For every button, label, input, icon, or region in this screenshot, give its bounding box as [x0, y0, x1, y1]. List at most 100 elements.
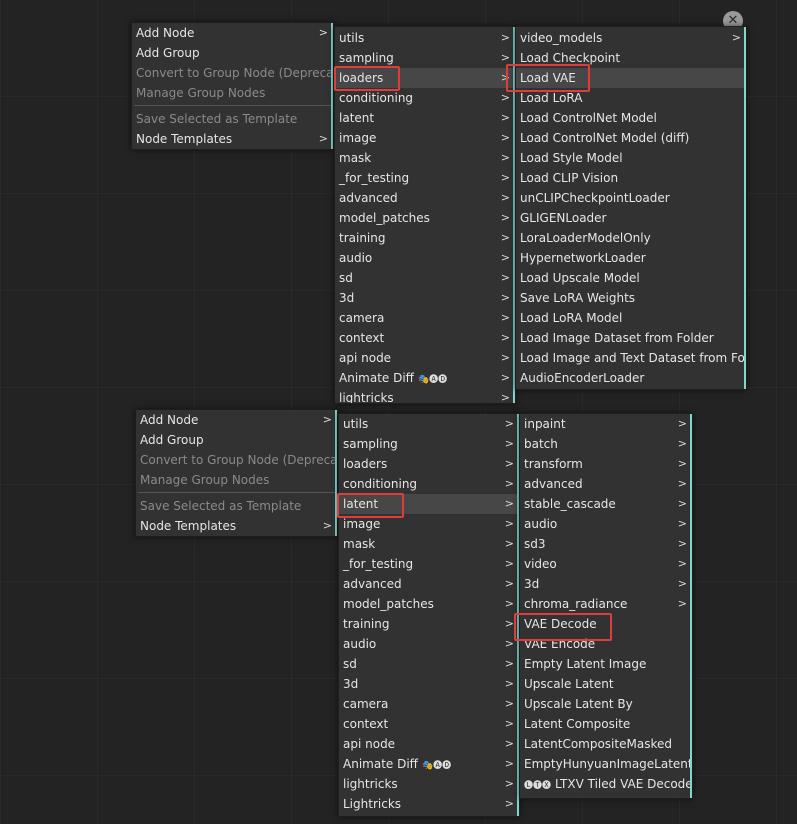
menu-item-add-node[interactable]: Add Node > — [136, 410, 337, 430]
menu-item-load-image-dataset-from-folder[interactable]: Load Image Dataset from Folder — [516, 328, 746, 348]
menu-item-audioencoderloader[interactable]: AudioEncoderLoader — [516, 368, 746, 388]
menu-item-for-testing[interactable]: _for_testing > — [339, 554, 519, 574]
menu-item-node-templates[interactable]: Node Templates > — [132, 129, 333, 149]
menu-item-latent[interactable]: latent > — [339, 494, 519, 514]
menu-item-add-group[interactable]: Add Group — [136, 430, 337, 450]
menu-item-loaders[interactable]: loaders > — [339, 454, 519, 474]
menu-item-animate-diff[interactable]: Animate Diff 🎭🅐🅓 > — [339, 754, 519, 774]
menu-item-vae-decode[interactable]: VAE Decode — [520, 614, 692, 634]
menu-item-sd[interactable]: sd > — [335, 268, 515, 288]
menu-item-label: Node Templates — [140, 519, 237, 533]
menu-item-load-lora[interactable]: Load LoRA — [516, 88, 746, 108]
menu-item-hypernetworkloader[interactable]: HypernetworkLoader — [516, 248, 746, 268]
menu-item-advanced[interactable]: advanced > — [335, 188, 515, 208]
menu-item-latent[interactable]: latent > — [335, 108, 515, 128]
menu-item-transform[interactable]: transform > — [520, 454, 692, 474]
menu-item-audio[interactable]: audio > — [520, 514, 692, 534]
menu-item-add-group[interactable]: Add Group — [132, 43, 333, 63]
menu-item-load-vae[interactable]: Load VAE — [516, 68, 746, 88]
menu-item-sd3[interactable]: sd3 > — [520, 534, 692, 554]
menu-item-unclipcheckpointloader[interactable]: unCLIPCheckpointLoader — [516, 188, 746, 208]
submenu-arrow-icon: > — [500, 391, 510, 404]
menu-item-load-style-model[interactable]: Load Style Model — [516, 148, 746, 168]
menu-item-label: conditioning — [343, 477, 418, 491]
menu-item-label: lightricks — [339, 391, 394, 404]
menu-item-stable-cascade[interactable]: stable_cascade > — [520, 494, 692, 514]
menu-item-for-testing[interactable]: _for_testing > — [335, 168, 515, 188]
submenu-arrow-icon: > — [677, 497, 687, 510]
menu-item-training[interactable]: training > — [335, 228, 515, 248]
menu-item-sampling[interactable]: sampling > — [339, 434, 519, 454]
menu-item-image[interactable]: image > — [339, 514, 519, 534]
menu-item-upscale-latent-by[interactable]: Upscale Latent By — [520, 694, 692, 714]
menu-item-conditioning[interactable]: conditioning > — [339, 474, 519, 494]
submenu-arrow-icon: > — [322, 519, 332, 532]
menu-item-lightricks[interactable]: lightricks > — [335, 388, 515, 404]
menu-item-3d[interactable]: 3d > — [335, 288, 515, 308]
menu-item-load-controlnet-model[interactable]: Load ControlNet Model — [516, 108, 746, 128]
menu-item-camera[interactable]: camera > — [335, 308, 515, 328]
menu-item-advanced[interactable]: advanced > — [339, 574, 519, 594]
menu-item-label: inpaint — [524, 417, 566, 431]
menu-item-utils[interactable]: utils > — [339, 414, 519, 434]
menu-item-upscale-latent[interactable]: Upscale Latent — [520, 674, 692, 694]
menu-item-3d[interactable]: 3d > — [339, 674, 519, 694]
menu-item-emptyhunyuanimagelatent[interactable]: EmptyHunyuanImageLatent — [520, 754, 692, 774]
menu-item-lightricks[interactable]: lightricks > — [339, 774, 519, 794]
submenu-arrow-icon: > — [500, 251, 510, 264]
menu-item-label: training — [339, 231, 386, 245]
menu-item-animate-diff[interactable]: Animate Diff 🎭🅐🅓 > — [335, 368, 515, 388]
menu-item-loaders[interactable]: loaders > — [335, 68, 515, 88]
menu-item-model-patches[interactable]: model_patches > — [339, 594, 519, 614]
menu-item-3d[interactable]: 3d > — [520, 574, 692, 594]
submenu-arrow-icon: > — [504, 517, 514, 530]
menu-item-loraloadermodelonly[interactable]: LoraLoaderModelOnly — [516, 228, 746, 248]
menu-item-load-lora-model[interactable]: Load LoRA Model — [516, 308, 746, 328]
menu-item-batch[interactable]: batch > — [520, 434, 692, 454]
menu-item-load-upscale-model[interactable]: Load Upscale Model — [516, 268, 746, 288]
menu-item-load-controlnet-model-diff[interactable]: Load ControlNet Model (diff) — [516, 128, 746, 148]
menu-item-advanced[interactable]: advanced > — [520, 474, 692, 494]
menu-item-add-node[interactable]: Add Node > — [132, 23, 333, 43]
menu-item-utils[interactable]: utils > — [335, 28, 515, 48]
menu-item-lightricks[interactable]: Lightricks > — [339, 794, 519, 814]
menu-item-audio[interactable]: audio > — [339, 634, 519, 654]
menu-item-image[interactable]: image > — [335, 128, 515, 148]
menu-item-camera[interactable]: camera > — [339, 694, 519, 714]
menu-item-label: camera — [339, 311, 385, 325]
submenu-arrow-icon: > — [504, 497, 514, 510]
menu-item-training[interactable]: training > — [339, 614, 519, 634]
menu-item-conditioning[interactable]: conditioning > — [335, 88, 515, 108]
menu-item-model-patches[interactable]: model_patches > — [335, 208, 515, 228]
menu-item-node-templates[interactable]: Node Templates > — [136, 516, 337, 536]
menu-item-label: transform — [524, 457, 583, 471]
menu-item-latentcompositemasked[interactable]: LatentCompositeMasked — [520, 734, 692, 754]
menu-item-label: EmptyHunyuanImageLatent — [524, 757, 693, 771]
menu-item-api-node[interactable]: api node > — [339, 734, 519, 754]
menu-item-api-node[interactable]: api node > — [335, 348, 515, 368]
menu-item-label: sd — [343, 657, 357, 671]
menu-item-video-models[interactable]: video_models > — [516, 28, 746, 48]
menu-item-mask[interactable]: mask > — [335, 148, 515, 168]
menu-item-latent-composite[interactable]: Latent Composite — [520, 714, 692, 734]
menu-item-vae-encode[interactable]: VAE Encode — [520, 634, 692, 654]
menu-item-label: Load LoRA Model — [520, 311, 623, 325]
menu-item-context[interactable]: context > — [339, 714, 519, 734]
menu-item-load-clip-vision[interactable]: Load CLIP Vision — [516, 168, 746, 188]
menu-item-mask[interactable]: mask > — [339, 534, 519, 554]
menu-item-empty-latent-image[interactable]: Empty Latent Image — [520, 654, 692, 674]
menu-item-sd[interactable]: sd > — [339, 654, 519, 674]
menu-item-chroma-radiance[interactable]: chroma_radiance > — [520, 594, 692, 614]
menu-item-audio[interactable]: audio > — [335, 248, 515, 268]
menu-item-sampling[interactable]: sampling > — [335, 48, 515, 68]
menu-item-video[interactable]: video > — [520, 554, 692, 574]
menu-item-context[interactable]: context > — [335, 328, 515, 348]
menu-item-save-lora-weights[interactable]: Save LoRA Weights — [516, 288, 746, 308]
menu-item-label: lightricks — [343, 777, 398, 791]
menu-item-load-image-and-text-dataset-from-folder[interactable]: Load Image and Text Dataset from Folder — [516, 348, 746, 368]
menu-item-ltxv-tiled-vae-decode[interactable]: 🅛🅣🅧 LTXV Tiled VAE Decode — [520, 774, 692, 794]
menu-item-gligenloader[interactable]: GLIGENLoader — [516, 208, 746, 228]
menu-item-label: Load VAE — [520, 71, 576, 85]
menu-item-load-checkpoint[interactable]: Load Checkpoint — [516, 48, 746, 68]
menu-item-inpaint[interactable]: inpaint > — [520, 414, 692, 434]
